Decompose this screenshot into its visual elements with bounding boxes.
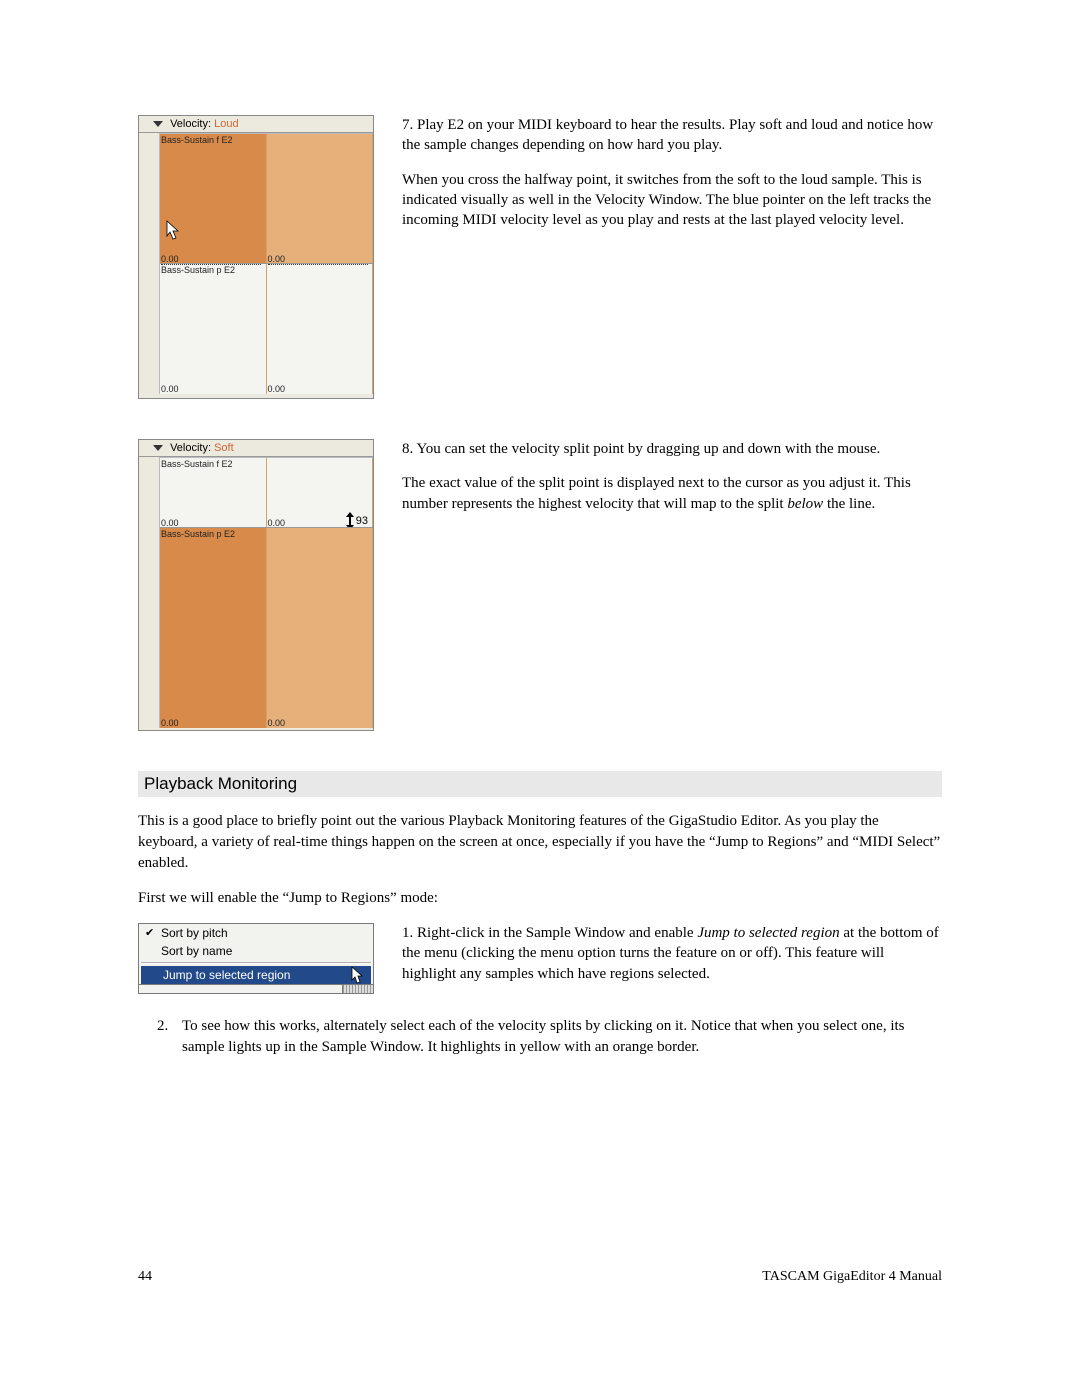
- sample-value: 0.00: [268, 718, 286, 728]
- lower-split: Bass-Sustain p E2 0.00 0.00: [160, 527, 373, 728]
- velocity-level: Loud: [214, 118, 238, 130]
- step-7-text: 7. Play E2 on your MIDI keyboard to hear…: [402, 115, 942, 244]
- velocity-title: Velocity:: [170, 442, 211, 454]
- velocity-header: Velocity: Loud: [139, 116, 373, 133]
- paragraph: The exact value of the split point is di…: [402, 473, 942, 514]
- velocity-body: 96 64 32 Bass-Sustain f E2 0.00 0.00: [159, 457, 373, 728]
- numbered-steps: To see how this works, alternately selec…: [138, 1016, 942, 1058]
- sample-value: 0.00: [161, 718, 179, 728]
- cursor-icon: [351, 966, 365, 984]
- menu-item-jump-region[interactable]: Jump to selected region: [141, 966, 371, 984]
- split-value: 93: [356, 515, 368, 527]
- sample-value: 0.00: [268, 384, 286, 394]
- step-7-row: Velocity: Loud 96 64 32 Bass-Sustain f E…: [138, 115, 942, 399]
- paragraph: This is a good place to briefly point ou…: [138, 811, 942, 874]
- velocity-figure-soft: Velocity: Soft 96 64 32 Bass-Sustain f E…: [138, 439, 374, 731]
- velocity-title: Velocity:: [170, 118, 211, 130]
- velocity-header: Velocity: Soft: [139, 440, 373, 457]
- sample-lower-right: 0.00: [267, 528, 374, 728]
- sample-lower-left: Bass-Sustain p E2 0.00: [160, 264, 267, 394]
- doc-title: TASCAM GigaEditor 4 Manual: [762, 1269, 942, 1285]
- sample-upper-right: 0.00: [267, 134, 374, 264]
- sample-upper-right: 0.00 93: [267, 458, 374, 528]
- step-8-text: 8. You can set the velocity split point …: [402, 439, 942, 528]
- menu-bottom-border: [139, 984, 373, 993]
- dropdown-icon: [153, 445, 163, 451]
- context-menu: ✔ Sort by pitch Sort by name Jump to sel…: [138, 923, 374, 994]
- sample-upper-left: Bass-Sustain f E2 0.00: [160, 458, 267, 528]
- step-8-row: Velocity: Soft 96 64 32 Bass-Sustain f E…: [138, 439, 942, 731]
- sample-label: Bass-Sustain p E2: [161, 529, 235, 539]
- velocity-body: 96 64 32 Bass-Sustain f E2 0.00: [159, 133, 373, 394]
- upper-split: Bass-Sustain f E2 0.00 0.00 93: [160, 458, 373, 528]
- sample-upper-left: Bass-Sustain f E2 0.00: [160, 134, 267, 264]
- page-footer: 44 TASCAM GigaEditor 4 Manual: [138, 1269, 942, 1285]
- sample-label: Bass-Sustain f E2: [161, 135, 233, 145]
- menu-item-sort-name[interactable]: Sort by name: [139, 942, 373, 960]
- step-2: To see how this works, alternately selec…: [172, 1016, 942, 1058]
- paragraph: 8. You can set the velocity split point …: [402, 439, 942, 459]
- sample-value: 0.00: [161, 384, 179, 394]
- scrollbar-icon: [342, 985, 373, 993]
- upper-split: Bass-Sustain f E2 0.00 0.00: [160, 134, 373, 264]
- check-icon: ✔: [145, 926, 154, 939]
- lower-split: Bass-Sustain p E2 0.00 0.00: [160, 263, 373, 394]
- section-heading: Playback Monitoring: [138, 771, 942, 797]
- sample-value: 0.00: [161, 254, 179, 264]
- paragraph: First we will enable the “Jump to Region…: [138, 888, 942, 909]
- velocity-figure-loud: Velocity: Loud 96 64 32 Bass-Sustain f E…: [138, 115, 374, 399]
- step-1-row: ✔ Sort by pitch Sort by name Jump to sel…: [138, 923, 942, 998]
- sample-label: Bass-Sustain p E2: [161, 265, 235, 275]
- page-number: 44: [138, 1269, 152, 1285]
- dropdown-icon: [153, 121, 163, 127]
- cursor-icon: [166, 220, 182, 242]
- step-1-text: 1. Right-click in the Sample Window and …: [402, 923, 942, 998]
- menu-item-sort-pitch[interactable]: ✔ Sort by pitch: [139, 924, 373, 942]
- sample-lower-right: 0.00: [267, 264, 374, 394]
- sample-lower-left: Bass-Sustain p E2 0.00: [160, 528, 267, 728]
- context-menu-figure: ✔ Sort by pitch Sort by name Jump to sel…: [138, 923, 374, 994]
- sample-label: Bass-Sustain f E2: [161, 459, 233, 469]
- velocity-level: Soft: [214, 442, 234, 454]
- paragraph: 1. Right-click in the Sample Window and …: [402, 923, 942, 984]
- paragraph: 7. Play E2 on your MIDI keyboard to hear…: [402, 115, 942, 156]
- sample-value: 0.00: [268, 254, 286, 264]
- menu-separator: [141, 962, 371, 964]
- sample-value: 0.00: [161, 518, 179, 528]
- sample-value: 0.00: [268, 518, 286, 528]
- paragraph: When you cross the halfway point, it swi…: [402, 170, 942, 231]
- manual-page: Velocity: Loud 96 64 32 Bass-Sustain f E…: [0, 0, 1080, 1397]
